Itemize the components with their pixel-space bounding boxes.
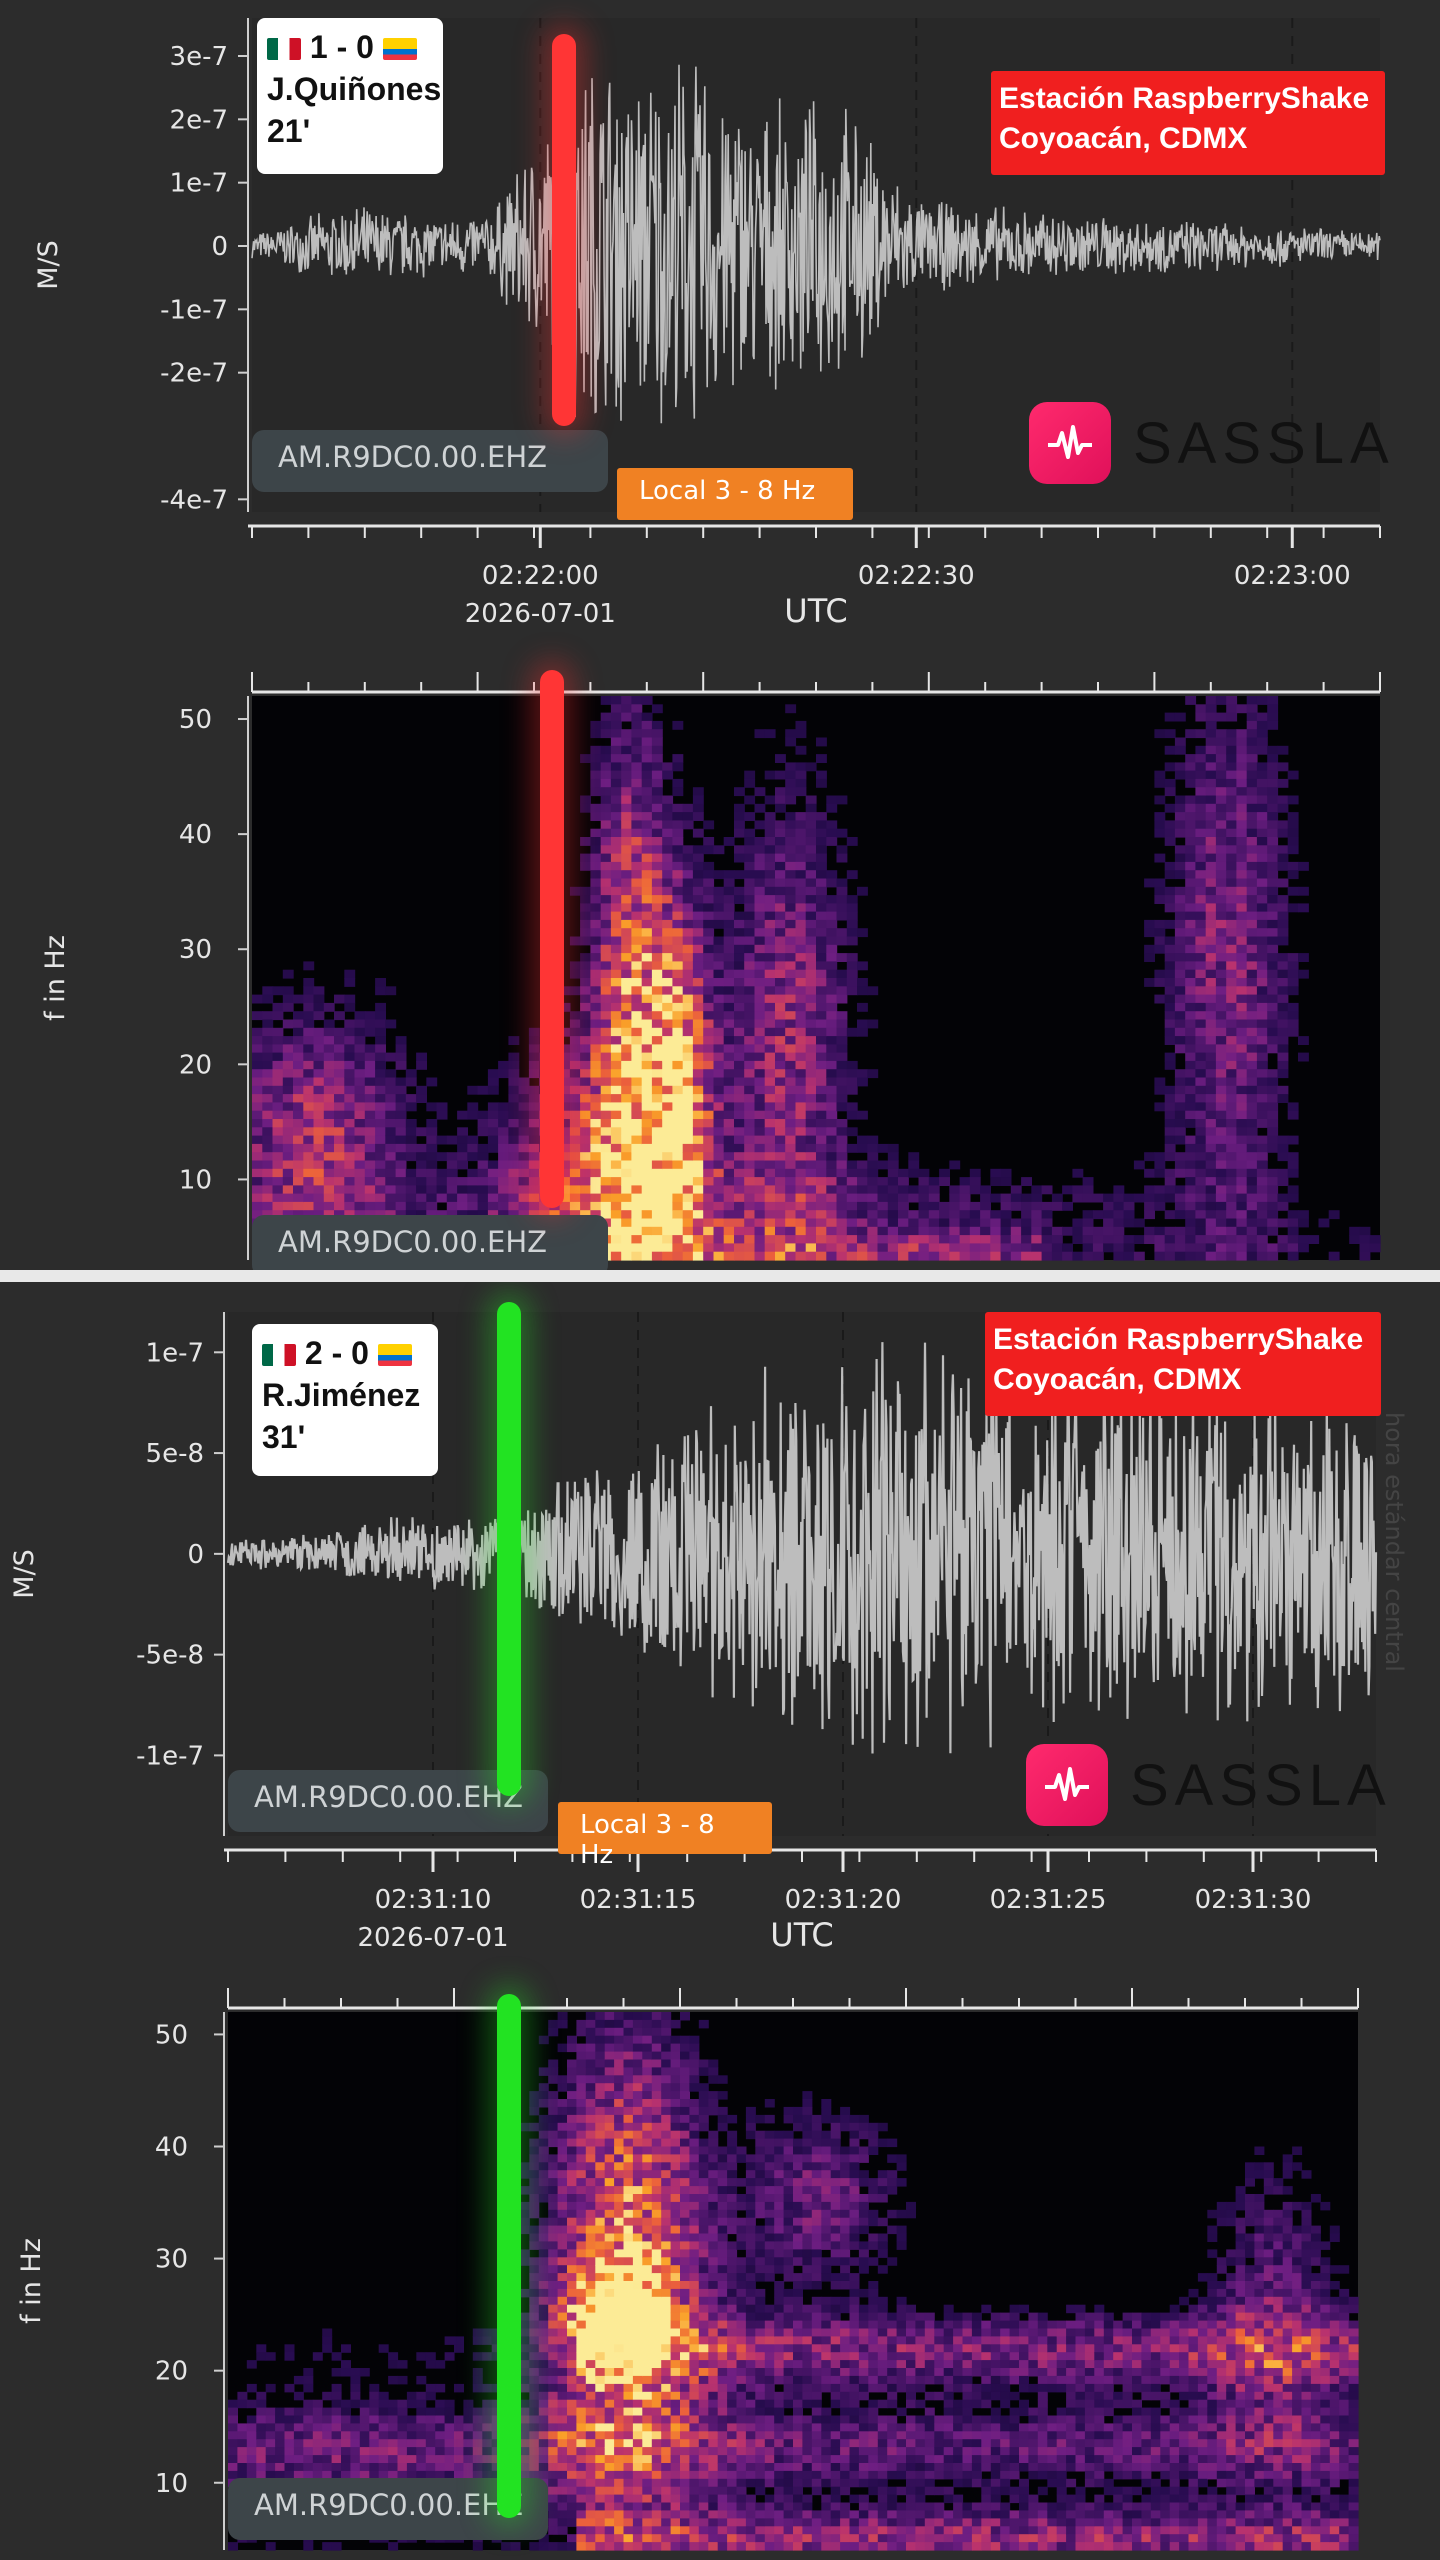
y-tick-label: -2e-7 xyxy=(160,359,228,389)
y-tick-label: -1e-7 xyxy=(136,1741,204,1771)
x-tick-label: 02:23:00 xyxy=(1234,561,1351,591)
goal-minute: 31' xyxy=(262,1419,306,1455)
y-tick-label: 10 xyxy=(155,2469,188,2499)
brand-logo: SASSLA xyxy=(1026,1744,1392,1826)
scorer-name: J.Quiñones xyxy=(267,71,442,107)
y-tick-label: 1e-7 xyxy=(146,1338,204,1368)
station-location: Coyoacán, CDMX xyxy=(999,122,1248,155)
x-tick-label: 02:31:30 xyxy=(1195,1885,1312,1915)
x-axis-title: UTC xyxy=(784,592,847,630)
x-date-label: 2026-07-01 xyxy=(465,599,616,629)
goal-marker-spectrogram xyxy=(497,1994,521,2518)
y-tick-label: 0 xyxy=(211,232,228,262)
goal-marker-waveform xyxy=(552,34,576,426)
scorer-name: R.Jiménez xyxy=(262,1377,421,1413)
y-tick-label: -5e-8 xyxy=(136,1641,204,1671)
goal-marker-waveform xyxy=(497,1302,521,1796)
ecuador-flag-icon xyxy=(377,1344,412,1366)
y-tick-label: 1e-7 xyxy=(170,169,228,199)
mexico-flag-icon xyxy=(267,38,301,60)
panel-goal-2: 1e-7 5e-8 0 -5e-8 -1e-7 M/S 02:31:10 02:31:15 02… xyxy=(0,1282,1440,2560)
x-tick-label: 02:31:15 xyxy=(580,1885,697,1915)
spectrogram-chart-1: 50 40 30 20 10 f in Hz xyxy=(40,672,1381,1261)
station-name: Estación RaspberryShake xyxy=(993,1323,1364,1356)
x-tick-label: 02:22:30 xyxy=(858,561,975,591)
y-tick-label: 30 xyxy=(179,935,212,965)
panel-goal-1: 3e-7 2e-7 1e-7 0 -1e-7 -2e-7 -4e-7 M/S 02:22:00 0… xyxy=(0,0,1440,1270)
station-label: Estación RaspberryShake Coyoacán, CDMX xyxy=(991,71,1385,175)
spectrogram-chart-2: 50 40 30 20 10 f in Hz xyxy=(16,1988,1359,2551)
score-stamp: 2 - 0 R.Jiménez 31' xyxy=(252,1324,438,1476)
ecuador-flag-icon xyxy=(382,38,417,60)
y-tick-label: 3e-7 xyxy=(170,42,228,72)
y-tick-label: -4e-7 xyxy=(160,485,228,515)
mexico-flag-icon xyxy=(262,1344,296,1366)
x-tick-label: 02:31:10 xyxy=(375,1885,492,1915)
filter-chip: Local 3 - 8 Hz xyxy=(617,468,853,520)
y-axis-title: f in Hz xyxy=(40,935,71,1021)
x-tick-label: 02:31:25 xyxy=(990,1885,1107,1915)
spectrogram-channel-chip: AM.R9DC0.00.EHZ xyxy=(252,1215,608,1270)
channel-chip: AM.R9DC0.00.EHZ xyxy=(252,430,608,492)
station-location: Coyoacán, CDMX xyxy=(993,1363,1242,1396)
station-label: Estación RaspberryShake Coyoacán, CDMX xyxy=(985,1312,1381,1416)
goal-minute: 21' xyxy=(267,113,311,149)
y-tick-label: 30 xyxy=(155,2245,188,2275)
y-tick-label: 0 xyxy=(187,1540,204,1570)
brand-logo: SASSLA xyxy=(1029,402,1395,484)
y-tick-label: 2e-7 xyxy=(170,105,228,135)
y-tick-label: -1e-7 xyxy=(160,295,228,325)
y-tick-label: 20 xyxy=(179,1050,212,1080)
goal-marker-spectrogram xyxy=(540,670,564,1208)
y-tick-label: 50 xyxy=(179,705,212,735)
station-name: Estación RaspberryShake xyxy=(999,82,1370,115)
brand-name: SASSLA xyxy=(1133,410,1395,476)
seismograph-logo-icon xyxy=(1029,402,1111,484)
panel-separator xyxy=(0,1270,1440,1282)
y-tick-label: 50 xyxy=(155,2020,188,2050)
y-tick-label: 40 xyxy=(179,820,212,850)
x-axis-title: UTC xyxy=(770,1916,833,1952)
y-tick-label: 10 xyxy=(179,1165,212,1195)
brand-name: SASSLA xyxy=(1130,1752,1392,1818)
y-tick-label: 40 xyxy=(155,2133,188,2163)
seismograph-logo-icon xyxy=(1026,1744,1108,1826)
filter-chip: Local 3 - 8 Hz xyxy=(558,1802,772,1870)
score-text: 1 - 0 xyxy=(309,29,374,65)
y-tick-label: 20 xyxy=(155,2357,188,2387)
x-date-label: 2026-07-01 xyxy=(357,1923,508,1952)
score-stamp: 1 - 0 J.Quiñones 21' xyxy=(257,18,443,174)
y-axis-title: M/S xyxy=(33,240,64,290)
score-text: 2 - 0 xyxy=(304,1335,369,1371)
y-tick-label: 5e-8 xyxy=(146,1439,204,1469)
y-axis-title: f in Hz xyxy=(16,2238,47,2324)
x-tick-label: 02:31:20 xyxy=(785,1885,902,1915)
timezone-side-label: hora estándar central xyxy=(1380,1412,1408,1672)
y-axis-title: M/S xyxy=(9,1549,40,1599)
x-tick-label: 02:22:00 xyxy=(482,561,599,591)
